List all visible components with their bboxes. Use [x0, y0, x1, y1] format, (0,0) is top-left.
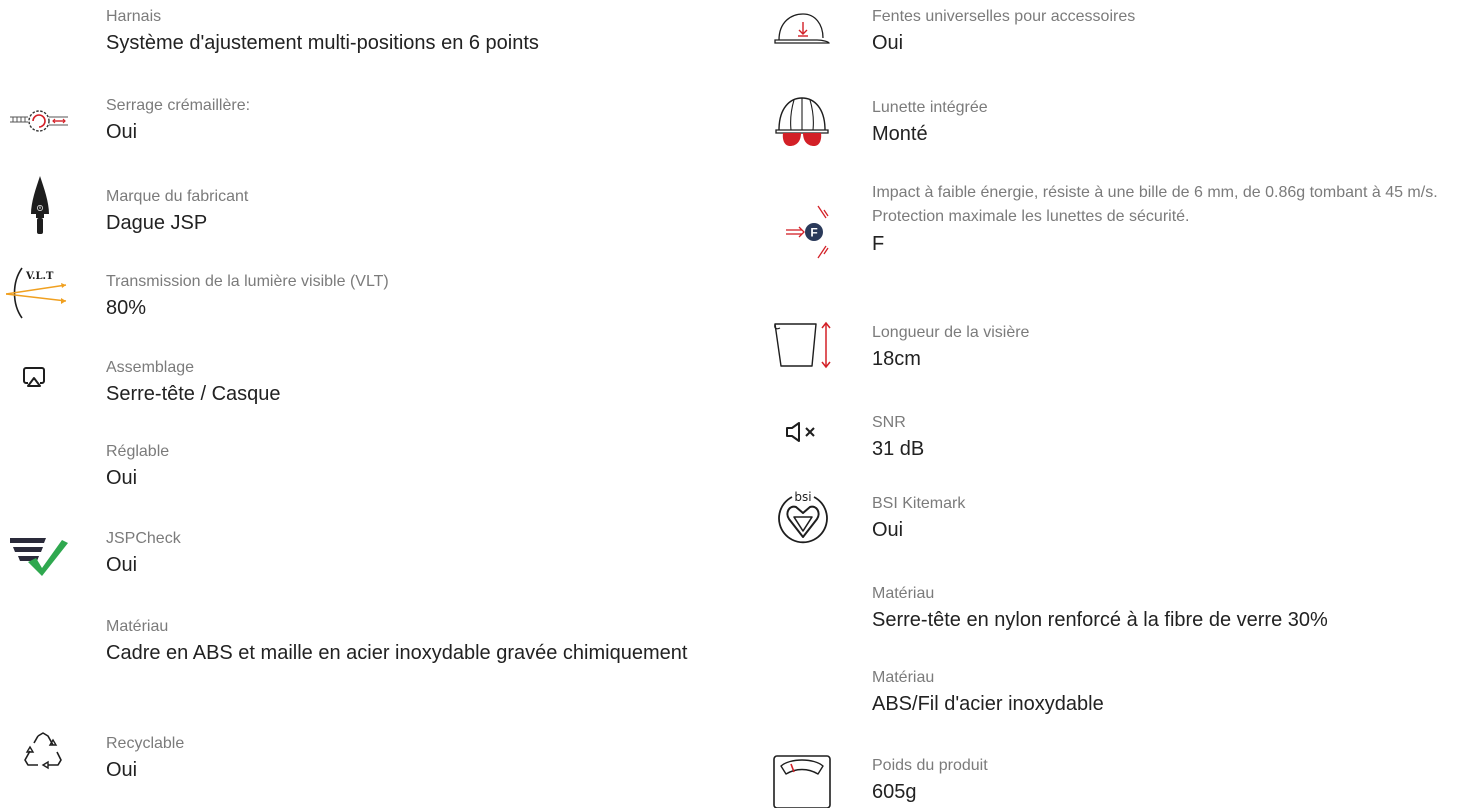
spec-materiau-2: Matériau Serre-tête en nylon renforcé à … [872, 583, 1472, 634]
dagger-icon: R [27, 174, 53, 236]
spec-value: Oui [106, 467, 138, 489]
spec-label: Serrage crémaillère: [106, 97, 251, 114]
spec-label: Matériau [872, 669, 935, 686]
spec-value: Oui [106, 121, 138, 143]
impact-f-icon: F [786, 202, 832, 264]
spec-value: Oui [106, 554, 138, 576]
spec-label: Matériau [106, 618, 169, 635]
spec-harnais: Harnais Système d'ajustement multi-posit… [106, 6, 706, 57]
impact-f-icon-text: F [810, 226, 817, 240]
spec-label: SNR [872, 414, 906, 431]
spec-label: Lunette intégrée [872, 99, 988, 116]
spec-label: Poids du produit [872, 757, 988, 774]
spec-vlt: Transmission de la lumière visible (VLT)… [106, 271, 706, 322]
spec-fentes-universelles: Fentes universelles pour accessoires Oui [872, 6, 1472, 57]
spec-label: Longueur de la visière [872, 324, 1030, 341]
spec-reglable: Réglable Oui [106, 441, 706, 492]
spec-materiau-3: Matériau ABS/Fil d'acier inoxydable [872, 667, 1472, 718]
spec-value: Système d'ajustement multi-positions en … [106, 32, 539, 54]
spec-value: 80% [106, 297, 147, 319]
spec-label: Recyclable [106, 735, 185, 752]
spec-label: Réglable [106, 443, 170, 460]
spec-impact: Impact à faible énergie, résiste à une b… [872, 181, 1467, 258]
spec-value: Oui [106, 759, 138, 781]
bsi-text: bsi [794, 490, 811, 504]
spec-label: Impact à faible énergie, résiste à une b… [872, 184, 1438, 225]
spec-lunette-integree: Lunette intégrée Monté [872, 97, 1472, 148]
spec-value: F [872, 233, 885, 255]
spec-bsi-kitemark: BSI Kitemark Oui [872, 493, 1472, 544]
spec-label: Assemblage [106, 359, 195, 376]
spec-recyclable: Recyclable Oui [106, 733, 706, 784]
jspcheck-icon [10, 534, 68, 576]
spec-snr: SNR 31 dB [872, 412, 1472, 463]
spec-label: Fentes universelles pour accessoires [872, 8, 1136, 25]
spec-value: ABS/Fil d'acier inoxydable [872, 693, 1104, 715]
spec-value: Dague JSP [106, 212, 208, 234]
vlt-icon-text: V.L.T [25, 271, 54, 282]
spec-assemblage: Assemblage Serre-tête / Casque [106, 357, 706, 408]
spec-jspcheck: JSPCheck Oui [106, 528, 706, 579]
bsi-kitemark-icon: bsi [775, 487, 831, 547]
spec-value: Cadre en ABS et maille en acier inoxydab… [106, 642, 688, 664]
spec-label: Marque du fabricant [106, 188, 249, 205]
weight-scale-icon [772, 754, 832, 808]
spec-value: Serre-tête / Casque [106, 383, 281, 405]
vlt-icon: V.L.T [6, 264, 70, 322]
visor-length-icon [772, 318, 838, 370]
spec-marque-fabricant: Marque du fabricant Dague JSP [106, 186, 706, 237]
spec-longueur-visiere: Longueur de la visière 18cm [872, 322, 1472, 373]
spec-label: Harnais [106, 8, 162, 25]
assembly-icon [22, 365, 46, 389]
spec-value: Serre-tête en nylon renforcé à la fibre … [872, 609, 1328, 631]
muted-speaker-icon [785, 422, 821, 442]
helmet-goggles-icon [774, 96, 830, 150]
spec-value: 31 dB [872, 438, 925, 460]
spec-value: 605g [872, 781, 917, 803]
spec-value: Oui [872, 32, 904, 54]
spec-label: BSI Kitemark [872, 495, 966, 512]
spec-label: JSPCheck [106, 530, 181, 547]
spec-value: 18cm [872, 348, 921, 370]
recycle-icon [22, 732, 64, 772]
spec-label: Matériau [872, 585, 935, 602]
spec-value: Monté [872, 123, 928, 145]
spec-poids-produit: Poids du produit 605g [872, 755, 1472, 806]
spec-materiau-1: Matériau Cadre en ABS et maille en acier… [106, 616, 706, 667]
spec-value: Oui [872, 519, 904, 541]
spec-label: Transmission de la lumière visible (VLT) [106, 273, 389, 290]
spec-serrage-cremaillere: Serrage crémaillère: Oui [106, 95, 706, 146]
helmet-slot-icon [773, 12, 831, 48]
ratchet-icon [10, 107, 70, 137]
